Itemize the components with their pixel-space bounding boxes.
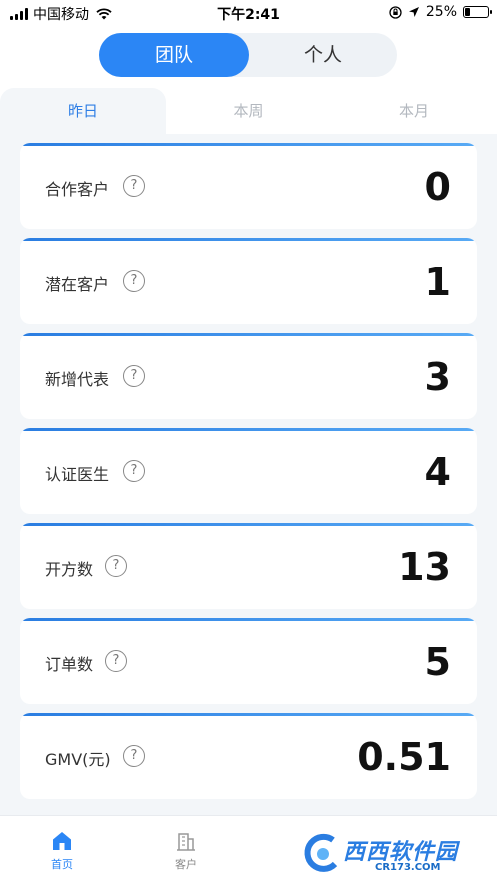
tab-this-month[interactable]: 本月: [331, 88, 497, 134]
nav-customers-label: 客户: [175, 858, 197, 871]
watermark-logo-icon: [304, 833, 338, 872]
battery-icon: [463, 6, 492, 18]
metric-card: 开方数 ? 13: [20, 523, 477, 609]
metric-value: 5: [424, 640, 451, 684]
team-tab[interactable]: 团队: [99, 33, 249, 77]
metric-card: 订单数 ? 5: [20, 618, 477, 704]
battery-percent: 25%: [425, 4, 457, 20]
metric-value: 1: [424, 260, 451, 304]
nav-home[interactable]: 首页: [2, 816, 122, 883]
metric-card: 潜在客户 ? 1: [20, 238, 477, 324]
help-icon[interactable]: ?: [123, 365, 145, 387]
metric-card: GMV(元) ? 0.51: [20, 713, 477, 799]
period-tabs: 昨日 本周 本月: [0, 88, 497, 134]
location-arrow-icon: [408, 7, 419, 17]
metric-label: 新增代表: [45, 370, 110, 389]
nav-home-label: 首页: [51, 858, 73, 871]
card-accent-bar: [20, 143, 477, 146]
help-icon[interactable]: ?: [105, 555, 127, 577]
building-icon: [177, 833, 195, 851]
metric-card: 合作客户 ? 0: [20, 143, 477, 229]
metric-label: 开方数: [45, 560, 94, 579]
card-accent-bar: [20, 428, 477, 431]
personal-tab[interactable]: 个人: [249, 33, 397, 77]
card-accent-bar: [20, 713, 477, 716]
header: 团队 个人: [0, 26, 497, 88]
status-bar: 中国移动 下午2:41 25%: [0, 0, 497, 26]
metric-label: 合作客户: [45, 180, 110, 199]
nav-customers[interactable]: 客户: [126, 816, 246, 883]
card-accent-bar: [20, 238, 477, 241]
orientation-lock-icon: [389, 5, 402, 19]
watermark: 西西软件园 CR173.COM: [297, 828, 497, 880]
tab-this-week[interactable]: 本周: [166, 88, 331, 134]
metric-card: 认证医生 ? 4: [20, 428, 477, 514]
help-icon[interactable]: ?: [123, 745, 145, 767]
home-icon: [53, 832, 71, 850]
metric-card: 新增代表 ? 3: [20, 333, 477, 419]
metric-label: 订单数: [45, 655, 94, 674]
help-icon[interactable]: ?: [123, 460, 145, 482]
tab-yesterday[interactable]: 昨日: [0, 88, 166, 134]
metric-label: GMV(元): [45, 750, 111, 769]
help-icon[interactable]: ?: [123, 175, 145, 197]
metric-label: 认证医生: [45, 465, 110, 484]
card-accent-bar: [20, 333, 477, 336]
metric-value: 4: [424, 450, 451, 494]
help-icon[interactable]: ?: [105, 650, 127, 672]
team-personal-switch: 团队 个人: [99, 33, 397, 77]
card-accent-bar: [20, 618, 477, 621]
metric-label: 潜在客户: [45, 275, 110, 294]
card-accent-bar: [20, 523, 477, 526]
watermark-subtext: CR173.COM: [375, 862, 441, 873]
help-icon[interactable]: ?: [123, 270, 145, 292]
metric-value: 0.51: [357, 735, 451, 779]
metric-value: 3: [424, 355, 451, 399]
metric-value: 0: [424, 165, 451, 209]
metric-value: 13: [398, 545, 451, 589]
